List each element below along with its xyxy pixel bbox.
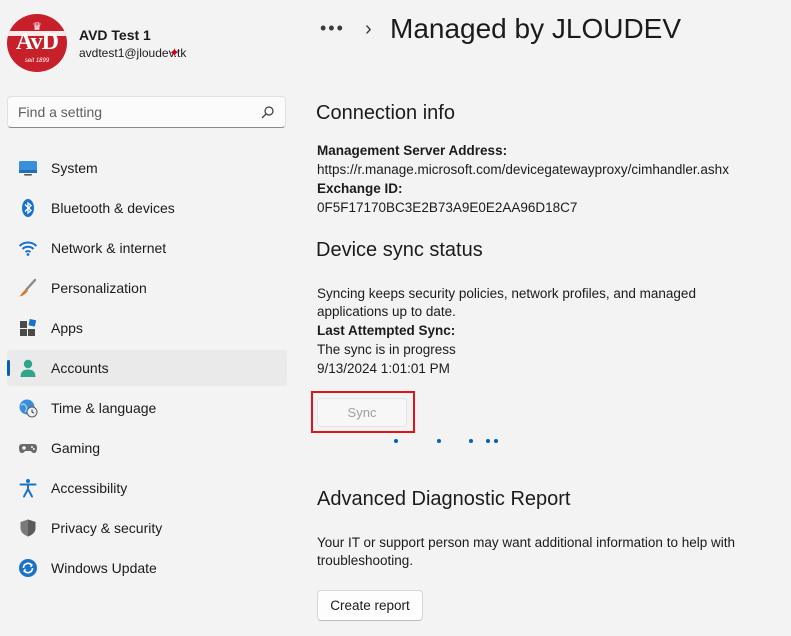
sidebar-item-accessibility[interactable]: Accessibility xyxy=(7,470,287,506)
sidebar-item-label: Bluetooth & devices xyxy=(51,200,175,216)
wifi-icon xyxy=(18,241,38,256)
logo-year: seit 1899 xyxy=(24,58,50,64)
breadcrumb-overflow-button[interactable]: ••• xyxy=(320,18,345,39)
user-profile[interactable]: ♛ AvD seit 1899 AVD Test 1 avdtest1@jlou… xyxy=(7,14,287,72)
sidebar-item-label: Accounts xyxy=(51,360,109,376)
sidebar-item-label: Gaming xyxy=(51,440,101,456)
server-address-label: Management Server Address: xyxy=(317,143,508,158)
diagnostic-description-line1: Your IT or support person may want addit… xyxy=(317,535,735,550)
accessibility-icon xyxy=(19,479,37,498)
sync-timestamp: 9/13/2024 1:01:01 PM xyxy=(317,361,450,376)
globe-clock-icon xyxy=(19,399,38,418)
progress-dot xyxy=(486,439,490,443)
sync-status-text: The sync is in progress xyxy=(317,342,456,357)
sidebar-item-accounts[interactable]: Accounts xyxy=(7,350,287,386)
progress-dot xyxy=(394,439,398,443)
sidebar-item-label: Apps xyxy=(51,320,83,336)
sidebar-item-system[interactable]: System xyxy=(7,150,287,186)
avatar: ♛ AvD seit 1899 xyxy=(7,14,67,72)
gamepad-icon xyxy=(19,444,37,453)
shield-icon xyxy=(20,519,36,537)
brush-icon xyxy=(19,278,37,297)
connection-info-heading: Connection info xyxy=(316,102,455,124)
apps-icon xyxy=(20,318,37,336)
logo-text: AvD xyxy=(16,29,59,55)
user-name: AVD Test 1 xyxy=(79,27,151,43)
last-sync-label: Last Attempted Sync: xyxy=(317,323,456,338)
update-icon xyxy=(19,559,37,577)
sidebar-item-privacy[interactable]: Privacy & security xyxy=(7,510,287,546)
search-icon[interactable] xyxy=(261,105,275,119)
search-input[interactable] xyxy=(8,97,253,127)
chevron-right-icon: › xyxy=(365,18,372,40)
sidebar-item-label: System xyxy=(51,160,98,176)
sidebar-item-time-language[interactable]: Time & language xyxy=(7,390,287,426)
mouse-cursor-icon: ✦ xyxy=(169,45,180,60)
sidebar-item-personalization[interactable]: Personalization xyxy=(7,270,287,306)
progress-dot xyxy=(469,439,473,443)
device-sync-heading: Device sync status xyxy=(316,239,483,261)
exchange-id-value: 0F5F17170BC3E2B73A9E0E2AA96D18C7 xyxy=(317,200,578,215)
sidebar-item-label: Network & internet xyxy=(51,240,167,256)
sidebar-item-windows-update[interactable]: Windows Update xyxy=(7,550,287,586)
diagnostic-report-heading: Advanced Diagnostic Report xyxy=(317,488,571,510)
server-address-value: https://r.manage.microsoft.com/devicegat… xyxy=(317,162,729,177)
sidebar-nav: System Bluetooth & devices Network & int… xyxy=(7,150,287,590)
monitor-icon xyxy=(19,161,37,176)
person-icon xyxy=(20,359,36,377)
progress-dot xyxy=(494,439,498,443)
sync-description-line1: Syncing keeps security policies, network… xyxy=(317,286,696,301)
sidebar-item-label: Personalization xyxy=(51,280,147,296)
sidebar-item-label: Windows Update xyxy=(51,560,157,576)
exchange-id-label: Exchange ID: xyxy=(317,181,403,196)
create-report-button[interactable]: Create report xyxy=(317,590,423,621)
sidebar-item-apps[interactable]: Apps xyxy=(7,310,287,346)
search-box[interactable] xyxy=(7,96,286,128)
progress-dot xyxy=(437,439,441,443)
sidebar-item-network[interactable]: Network & internet xyxy=(7,230,287,266)
page-title: Managed by JLOUDEV xyxy=(390,13,682,44)
sidebar-item-label: Accessibility xyxy=(51,480,128,496)
sidebar-item-gaming[interactable]: Gaming xyxy=(7,430,287,466)
diagnostic-description-line2: troubleshooting. xyxy=(317,553,414,568)
sync-description-line2: applications up to date. xyxy=(317,304,456,319)
sidebar-item-bluetooth[interactable]: Bluetooth & devices xyxy=(7,190,287,226)
sidebar-item-label: Time & language xyxy=(51,400,157,416)
sidebar-item-label: Privacy & security xyxy=(51,520,163,536)
bluetooth-icon xyxy=(22,199,34,217)
sync-highlight-box xyxy=(311,391,415,433)
